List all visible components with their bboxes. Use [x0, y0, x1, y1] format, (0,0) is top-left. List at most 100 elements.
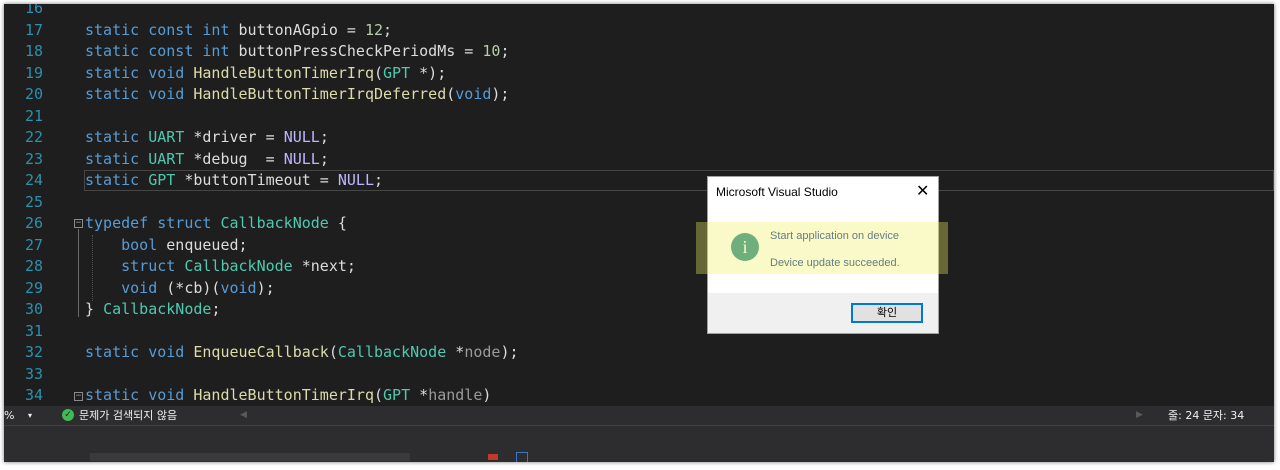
- code-token: ;: [319, 128, 329, 146]
- line-number: 17: [24, 20, 43, 39]
- ok-button[interactable]: 확인: [851, 303, 923, 323]
- code-token: void: [148, 343, 185, 361]
- code-line[interactable]: void (*cb)(void);: [85, 278, 275, 300]
- line-number: 25: [24, 192, 43, 211]
- info-icon: i: [731, 233, 759, 261]
- code-token: void: [121, 278, 158, 297]
- dialog-titlebar[interactable]: Microsoft Visual Studio ✕: [708, 177, 938, 207]
- code-line[interactable]: static UART *driver = NULL;: [85, 127, 329, 149]
- check-circle-icon[interactable]: ✓: [62, 409, 74, 421]
- code-token: ): [482, 386, 492, 404]
- dialog-body: i Start application on device Device upd…: [708, 207, 938, 293]
- scroll-right-icon[interactable]: ▶: [1136, 406, 1143, 425]
- code-token: void: [148, 85, 185, 103]
- code-token: CallbackNode: [184, 257, 293, 275]
- line-number: 18: [24, 42, 43, 60]
- code-line[interactable]: static GPT *buttonTimeout = NULL;: [85, 170, 383, 192]
- code-line[interactable]: static const int buttonAGpio = 12;: [85, 20, 392, 42]
- code-line[interactable]: bool enqueued;: [85, 235, 248, 257]
- code-line[interactable]: } CallbackNode;: [85, 299, 220, 321]
- line-number: 23: [24, 149, 43, 168]
- code-token: *driver =: [184, 128, 284, 146]
- code-token: GPT: [148, 171, 176, 189]
- code-line[interactable]: struct CallbackNode *next;: [85, 256, 356, 278]
- code-token: (: [446, 85, 456, 103]
- line-number: 33: [24, 364, 43, 383]
- code-line[interactable]: static void HandleButtonTimerIrq(GPT *);: [85, 63, 446, 85]
- cursor-position: 줄: 24 문자: 34: [1168, 409, 1245, 422]
- code-token: NULL: [283, 149, 320, 168]
- code-token: UART: [148, 128, 185, 146]
- code-line[interactable]: static UART *debug = NULL;: [85, 149, 329, 171]
- code-token: );: [500, 343, 519, 361]
- message-dialog: Microsoft Visual Studio ✕ i Start applic…: [707, 176, 939, 334]
- line-number: 20: [24, 85, 43, 103]
- code-token: void: [148, 63, 185, 82]
- clear-output-icon[interactable]: [488, 454, 498, 460]
- line-number: 24: [24, 171, 43, 189]
- collapse-struct-icon[interactable]: −: [74, 219, 83, 228]
- code-token: static: [85, 386, 140, 404]
- code-line[interactable]: typedef struct CallbackNode {: [85, 213, 347, 235]
- code-token: HandleButtonTimerIrq: [193, 386, 374, 404]
- code-token: *: [446, 343, 465, 361]
- word-wrap-icon[interactable]: [516, 452, 528, 462]
- line-number-gutter: 16 17 18 19 20 21 22 23 24 25 26 27 28 29 30 31 32 33 34: [4, 4, 54, 406]
- code-token: *next;: [292, 257, 356, 275]
- fold-guide-line: [78, 229, 79, 317]
- code-token: const: [148, 20, 194, 39]
- code-token: int: [202, 20, 230, 39]
- zoom-dropdown-icon[interactable]: ▾: [28, 406, 32, 425]
- code-token: static: [85, 85, 140, 103]
- zoom-level[interactable]: %: [4, 406, 14, 425]
- code-token: {: [328, 214, 347, 232]
- code-token: NULL: [337, 171, 374, 189]
- output-source-dropdown[interactable]: [90, 453, 410, 461]
- line-number: 19: [24, 63, 43, 82]
- code-token: 10: [482, 42, 501, 60]
- code-token: );: [491, 85, 510, 103]
- code-token: int: [202, 42, 230, 60]
- code-token: ;: [374, 171, 384, 189]
- code-token: GPT: [383, 63, 411, 82]
- dialog-message-line1: Start application on device: [770, 230, 900, 242]
- scroll-left-icon[interactable]: ◀: [240, 406, 247, 425]
- issues-status-text[interactable]: 문제가 검색되지 않음: [79, 406, 177, 425]
- code-line[interactable]: static const int buttonPressCheckPeriodM…: [85, 41, 509, 63]
- code-token: void: [220, 278, 257, 297]
- code-token: }: [85, 300, 104, 318]
- code-token: enqueued;: [157, 235, 248, 254]
- line-number: 22: [24, 128, 43, 146]
- code-token: UART: [148, 149, 185, 168]
- line-number: 29: [24, 278, 43, 297]
- close-icon[interactable]: ✕: [916, 181, 929, 201]
- line-number: 28: [24, 257, 43, 275]
- collapse-function-icon[interactable]: −: [74, 392, 83, 401]
- code-token: *);: [410, 63, 447, 82]
- code-token: (*cb)(: [157, 278, 221, 297]
- line-number: 27: [24, 235, 43, 254]
- code-token: static: [85, 149, 140, 168]
- code-token: ;: [383, 20, 393, 39]
- code-token: static: [85, 42, 140, 60]
- code-token: struct: [157, 214, 212, 232]
- code-token: ;: [500, 42, 510, 60]
- code-token: buttonAGpio =: [229, 20, 365, 39]
- code-line[interactable]: static void HandleButtonTimerIrqDeferred…: [85, 84, 509, 106]
- code-line[interactable]: static void EnqueueCallback(CallbackNode…: [85, 342, 519, 364]
- code-line[interactable]: static void HandleButtonTimerIrq(GPT *ha…: [85, 385, 491, 407]
- code-token: void: [148, 386, 185, 404]
- code-token: static: [85, 171, 140, 189]
- code-editor[interactable]: 16 17 18 19 20 21 22 23 24 25 26 27 28 29 30 31 32 33 34 s…: [4, 4, 1274, 406]
- code-token: node: [464, 343, 501, 361]
